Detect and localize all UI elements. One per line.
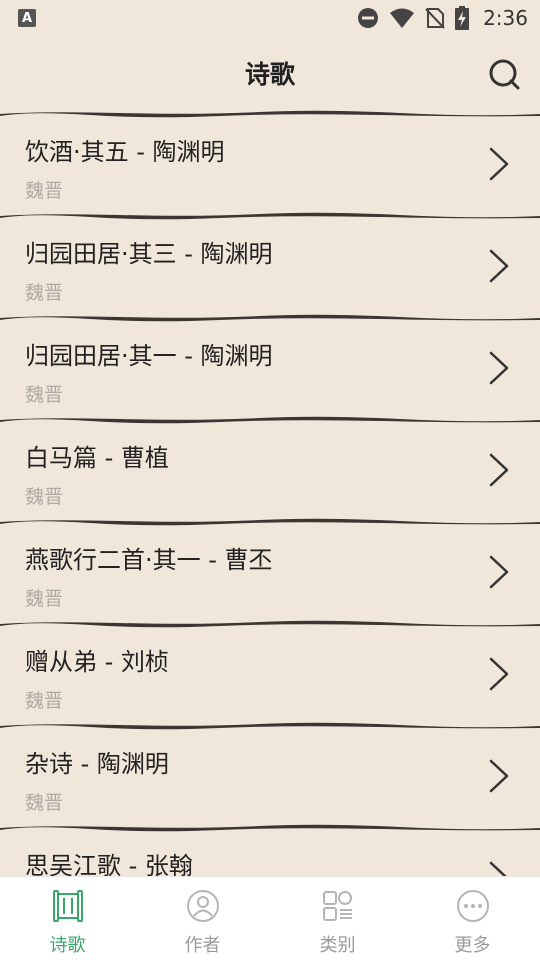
poem-dynasty: 魏晋 bbox=[25, 384, 64, 406]
brush-divider bbox=[0, 824, 540, 832]
scroll-icon bbox=[52, 890, 83, 922]
poem-dynasty: 魏晋 bbox=[25, 180, 64, 202]
chevron-right-icon bbox=[489, 657, 509, 691]
brush-divider bbox=[0, 314, 540, 322]
chevron-right-icon bbox=[489, 249, 509, 283]
search-button[interactable] bbox=[486, 56, 522, 92]
status-icons: 2:36 bbox=[357, 6, 528, 30]
chevron-right-icon bbox=[489, 555, 509, 589]
brush-divider bbox=[0, 212, 540, 220]
poem-title: 归园田居·其一 - 陶渊明 bbox=[25, 342, 273, 370]
brush-divider bbox=[0, 416, 540, 424]
do-not-disturb-icon bbox=[358, 8, 379, 28]
more-icon bbox=[456, 890, 489, 922]
chevron-right-icon bbox=[489, 759, 509, 793]
tab-authors-label: 作者 bbox=[184, 935, 221, 956]
brush-divider bbox=[0, 620, 540, 628]
poem-dynasty: 魏晋 bbox=[25, 792, 64, 814]
brush-divider bbox=[0, 110, 540, 118]
poem-title: 思吴江歌 - 张翰 bbox=[25, 852, 193, 876]
title-bar: 诗歌 bbox=[0, 36, 540, 110]
poem-title: 饮酒·其五 - 陶渊明 bbox=[25, 138, 225, 166]
poem-title: 燕歌行二首·其一 - 曹丕 bbox=[25, 546, 273, 574]
tab-categories-label: 类别 bbox=[319, 935, 356, 956]
tab-poems[interactable]: 诗歌 bbox=[0, 877, 135, 960]
poem-title: 白马篇 - 曹植 bbox=[25, 444, 169, 472]
poem-list[interactable]: 饮酒·其五 - 陶渊明 魏晋 归园田居·其三 - 陶渊明 魏晋 归园田居·其一 - 陶渊… bbox=[0, 110, 540, 876]
tab-authors[interactable]: 作者 bbox=[135, 877, 270, 960]
status-bar: A 2:36 bbox=[0, 0, 540, 36]
status-time: 2:36 bbox=[483, 6, 528, 30]
poem-list-item[interactable]: 白马篇 - 曹植魏晋 bbox=[0, 416, 540, 518]
poem-list-item[interactable]: 归园田居·其一 - 陶渊明魏晋 bbox=[0, 314, 540, 416]
poem-dynasty: 魏晋 bbox=[25, 588, 64, 610]
poem-list-item[interactable]: 归园田居·其三 - 陶渊明魏晋 bbox=[0, 212, 540, 314]
no-sim-icon bbox=[425, 8, 445, 29]
poem-dynasty: 魏晋 bbox=[25, 282, 64, 304]
page-title: 诗歌 bbox=[244, 60, 295, 89]
chevron-right-icon bbox=[489, 147, 509, 181]
tab-poems-label: 诗歌 bbox=[49, 935, 86, 956]
battery-charging-icon bbox=[455, 6, 470, 30]
poem-title: 归园田居·其三 - 陶渊明 bbox=[25, 240, 273, 268]
poem-title: 杂诗 - 陶渊明 bbox=[25, 750, 169, 778]
poem-dynasty: 魏晋 bbox=[25, 486, 64, 508]
poem-list-item[interactable]: 赠从弟 - 刘桢魏晋 bbox=[0, 620, 540, 722]
app-notification-icon: A bbox=[18, 9, 36, 27]
chevron-right-icon bbox=[489, 453, 509, 487]
search-icon bbox=[489, 59, 520, 90]
poem-list-item[interactable]: 杂诗 - 陶渊明魏晋 bbox=[0, 722, 540, 824]
poem-list-item[interactable]: 燕歌行二首·其一 - 曹丕魏晋 bbox=[0, 518, 540, 620]
chevron-right-icon bbox=[489, 351, 509, 385]
tab-categories[interactable]: 类别 bbox=[270, 877, 405, 960]
category-icon bbox=[322, 891, 352, 921]
poem-dynasty: 魏晋 bbox=[25, 690, 64, 712]
brush-divider bbox=[0, 722, 540, 730]
poem-list-item[interactable]: 饮酒·其五 - 陶渊明魏晋 bbox=[0, 110, 540, 212]
tab-more-label: 更多 bbox=[454, 935, 491, 956]
tab-more[interactable]: 更多 bbox=[405, 877, 540, 960]
screen: A 2:36 诗歌 饮酒·其五 - 陶渊明 魏晋 归园田居·其三 - 陶渊明 魏… bbox=[0, 0, 540, 960]
wifi-icon bbox=[390, 8, 415, 28]
bottom-nav: 诗歌 作者 类别 更多 bbox=[0, 876, 540, 960]
brush-divider bbox=[0, 518, 540, 526]
poem-title: 赠从弟 - 刘桢 bbox=[25, 648, 169, 676]
person-icon bbox=[186, 890, 219, 922]
chevron-right-icon bbox=[489, 861, 507, 876]
poem-list-item[interactable]: 思吴江歌 - 张翰魏晋 bbox=[0, 824, 540, 876]
